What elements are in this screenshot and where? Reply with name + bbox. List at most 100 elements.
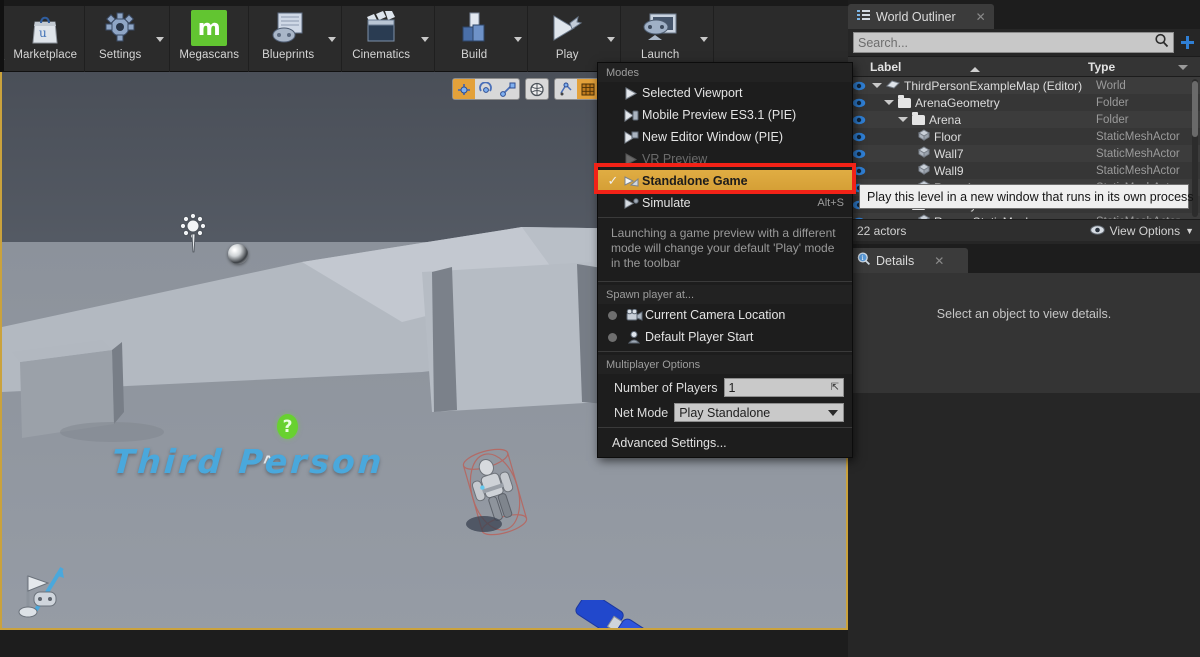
translate-gizmo-icon[interactable]	[453, 79, 475, 99]
add-actor-button[interactable]	[1178, 32, 1196, 53]
menu-divider	[598, 217, 852, 218]
toolbar-group-megascans: m Megascans	[170, 6, 250, 72]
play-standalone-tooltip: Play this level in a new window that run…	[859, 184, 1194, 209]
menu-item-advanced-settings[interactable]: Advanced Settings...	[598, 431, 852, 455]
marketplace-button[interactable]: u Marketplace	[8, 6, 82, 70]
menu-item-simulate[interactable]: Simulate Alt+S	[598, 192, 852, 214]
column-header-type[interactable]: Type	[1088, 60, 1115, 74]
viewport-transform-toolbar	[452, 78, 600, 100]
surface-snap-icon[interactable]	[555, 79, 577, 99]
menu-divider	[598, 427, 852, 428]
table-row[interactable]: Wall7 StaticMeshActor	[848, 145, 1200, 162]
number-of-players-row: Number of Players 1 ⇱	[598, 376, 852, 399]
toolbar-group-cinematics: Cinematics	[342, 6, 436, 72]
number-of-players-input[interactable]: 1 ⇱	[723, 378, 844, 397]
radio-icon	[608, 310, 617, 320]
tab-world-outliner[interactable]: World Outliner ✕	[848, 4, 994, 29]
table-row[interactable]: Floor StaticMeshActor	[848, 128, 1200, 145]
outliner-column-header: Label Type	[848, 56, 1200, 77]
outliner-search-row: Search...	[848, 29, 1200, 56]
coordinate-system-group	[525, 78, 549, 100]
table-row[interactable]: Ramp_StaticMesh StaticMeshActor	[848, 213, 1200, 219]
expand-triangle-icon[interactable]	[872, 83, 882, 88]
grid-snap-icon[interactable]	[577, 79, 599, 99]
reflection-capture-sphere[interactable]	[228, 244, 248, 264]
snapping-group	[554, 78, 600, 100]
spinner-arrows-icon[interactable]: ⇱	[831, 382, 839, 393]
menu-section-modes: Modes	[598, 63, 852, 82]
point-light-sprite[interactable]	[178, 212, 212, 263]
menu-label: Default Player Start	[645, 330, 754, 344]
row-type: StaticMeshActor	[1096, 216, 1180, 220]
table-row[interactable]: Arena Folder	[848, 111, 1200, 128]
close-icon[interactable]: ✕	[976, 10, 986, 24]
menu-item-mobile-preview[interactable]: Mobile Preview ES3.1 (PIE)	[598, 104, 852, 126]
static-mesh-icon	[918, 163, 930, 178]
column-header-label[interactable]: Label	[848, 60, 1088, 74]
gear-icon	[100, 10, 140, 46]
row-type: World	[1096, 79, 1126, 92]
launch-dropdown-caret[interactable]	[697, 6, 711, 70]
menu-item-selected-viewport[interactable]: Selected Viewport	[598, 82, 852, 104]
menu-item-new-editor-window[interactable]: New Editor Window (PIE)	[598, 126, 852, 148]
actor-count: 22 actors	[857, 223, 907, 238]
static-mesh-icon	[918, 146, 930, 161]
expand-triangle-icon[interactable]	[898, 117, 908, 122]
toolbar-group-blueprints: Blueprints	[249, 6, 343, 72]
play-button[interactable]: Play	[530, 6, 604, 70]
megascans-button[interactable]: m Megascans	[172, 6, 246, 70]
settings-dropdown-caret[interactable]	[153, 6, 167, 70]
view-options-button[interactable]: View Options ▼	[1089, 223, 1194, 238]
cinematics-button[interactable]: Cinematics	[344, 6, 418, 70]
close-icon[interactable]: ✕	[934, 254, 944, 268]
row-label: Ramp_StaticMesh	[870, 214, 1096, 219]
launch-gamepad-icon	[640, 10, 680, 46]
marketplace-label: Marketplace	[13, 49, 78, 61]
outliner-scrollbar-thumb[interactable]	[1192, 81, 1198, 137]
folder-icon	[912, 111, 925, 125]
rotate-gizmo-icon[interactable]	[475, 79, 497, 99]
settings-button[interactable]: Settings	[87, 6, 153, 70]
tab-label: Details	[876, 253, 915, 268]
camera-icon	[623, 308, 645, 322]
note-question-sprite[interactable]: ?	[277, 414, 298, 439]
launch-button[interactable]: Launch	[623, 6, 697, 70]
build-button[interactable]: Build	[437, 6, 511, 70]
scale-gizmo-icon[interactable]	[497, 79, 519, 99]
view-options-label: View Options	[1109, 223, 1181, 238]
play-vr-icon	[620, 152, 642, 166]
table-row[interactable]: ArenaGeometry Folder	[848, 94, 1200, 111]
tab-details[interactable]: i Details ✕	[848, 248, 968, 273]
player-start-sprite[interactable]	[14, 564, 72, 628]
blue-player-start-arrow[interactable]	[550, 591, 653, 628]
row-label: Floor	[870, 129, 1096, 144]
net-mode-select[interactable]: Play Standalone	[674, 403, 844, 422]
menu-item-vr-preview[interactable]: VR Preview	[598, 148, 852, 170]
blueprints-dropdown-caret[interactable]	[325, 6, 339, 70]
menu-section-multiplayer: Multiplayer Options	[598, 355, 852, 374]
menu-label: New Editor Window (PIE)	[642, 130, 784, 144]
mannequin-character[interactable]	[454, 446, 536, 543]
search-input[interactable]: Search...	[853, 32, 1174, 53]
blueprints-button[interactable]: Blueprints	[251, 6, 325, 70]
world-coordinate-icon[interactable]	[526, 79, 548, 99]
details-empty-text: Select an object to view details.	[936, 307, 1112, 321]
play-dropdown-caret[interactable]	[604, 6, 618, 70]
play-standalone-icon	[620, 175, 642, 188]
menu-item-current-camera-location[interactable]: Current Camera Location	[598, 304, 852, 326]
chevron-down-icon: ▼	[1185, 225, 1194, 236]
build-dropdown-caret[interactable]	[511, 6, 525, 70]
expand-triangle-icon[interactable]	[884, 100, 894, 105]
level-name-text: Third Person	[110, 442, 386, 481]
row-label: Wall9	[870, 163, 1096, 178]
cinematics-dropdown-caret[interactable]	[418, 6, 432, 70]
menu-item-standalone-game[interactable]: ✓ Standalone Game	[598, 170, 852, 192]
menu-item-default-player-start[interactable]: Default Player Start	[598, 326, 852, 348]
row-label-text: ArenaGeometry	[915, 95, 1000, 110]
number-of-players-value: 1	[728, 380, 736, 395]
menu-shortcut: Alt+S	[817, 197, 844, 209]
table-row[interactable]: ThirdPersonExampleMap (Editor) World	[848, 77, 1200, 94]
table-row[interactable]: Wall9 StaticMeshActor	[848, 162, 1200, 179]
column-options-icon[interactable]	[1178, 65, 1188, 70]
row-label-text: Floor	[934, 129, 962, 144]
